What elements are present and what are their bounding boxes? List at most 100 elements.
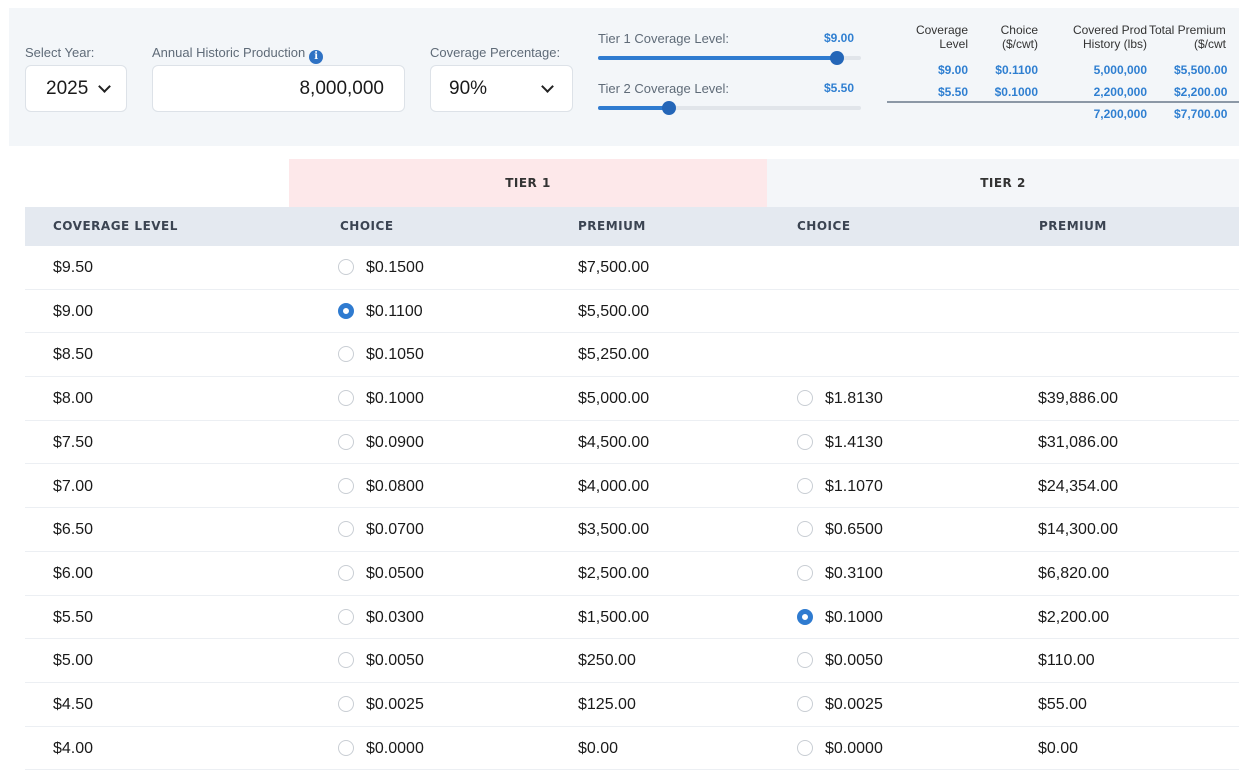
tier1-choice-option[interactable]: $0.0050 [338,639,424,682]
summary-cell: $0.1100 [995,63,1038,77]
tier2-choice-value: $0.6500 [825,521,883,539]
tier1-choice-value: $0.0025 [366,696,424,713]
tier1-radio[interactable] [338,608,354,625]
tier2-radio[interactable] [797,390,813,407]
production-value: 8,000,000 [299,77,384,99]
tier1-choice-option[interactable]: $0.1050 [338,333,424,376]
tier2-radio[interactable] [797,521,813,538]
tier2-slider-thumb[interactable] [662,101,676,115]
tier1-radio[interactable] [338,739,354,756]
tier2-choice-option[interactable]: $0.1000 [797,596,883,639]
tier2-choice-option[interactable]: $0.0025 [797,683,883,726]
tier2-choice-value: $0.3100 [825,564,883,582]
tier2-premium-cell: $55.00 [1038,696,1087,713]
coverage-level-cell: $9.00 [53,302,94,320]
tier1-choice-option[interactable]: $0.0700 [338,508,424,551]
summary-cell: $2,200.00 [1174,85,1228,99]
tier1-radio[interactable] [338,564,354,581]
tier1-premium-cell: $125.00 [578,696,636,713]
table-row: $5.00 $0.0050 $250.00 $0.0050 $110.00 [25,639,1239,683]
tier1-radio[interactable] [338,433,354,450]
year-value: 2025 [46,77,89,99]
coverage-level-cell: $4.50 [53,696,94,713]
summary-cell: 5,000,000 [1093,63,1147,77]
summary-header-history-1: Covered Prod [1072,23,1147,37]
tier1-choice-value: $0.1500 [366,259,424,276]
tier1-radio[interactable] [338,346,354,363]
tier2-radio[interactable] [797,608,813,625]
tier1-slider-thumb[interactable] [830,51,845,65]
tier2-choice-option[interactable]: $0.6500 [797,508,883,551]
tier2-choice-value: $0.0000 [825,739,883,757]
tier1-choice-option[interactable]: $0.1100 [338,290,423,333]
coverage-percentage-label: Coverage Percentage: [430,45,561,60]
tier1-choice-option[interactable]: $0.1000 [338,377,424,420]
tier2-radio[interactable] [797,652,813,669]
coverage-level-cell: $5.50 [53,608,94,626]
tier1-radio[interactable] [338,259,354,275]
tier2-radio[interactable] [797,739,813,756]
tier2-choice-option[interactable]: $0.0000 [797,727,883,770]
tier2-choice-option[interactable]: $0.3100 [797,552,883,595]
tier2-radio[interactable] [797,696,813,712]
tier2-choice-option[interactable]: $0.0050 [797,639,883,682]
tier2-radio[interactable] [797,477,813,494]
tier1-radio[interactable] [338,390,354,407]
tier1-choice-option[interactable]: $0.0800 [338,465,424,508]
summary-cell: $5,500.00 [1174,63,1228,77]
year-select[interactable]: 2025 [25,65,127,112]
tier1-coverage-slider[interactable] [598,51,861,65]
tier2-radio[interactable] [797,564,813,581]
tier2-choice-value: $0.0025 [825,696,883,713]
summary-total-premium: $7,700.00 [1174,107,1228,121]
tier1-choice-value: $0.0500 [366,564,424,582]
tier1-choice-value: $0.0300 [366,608,424,626]
tier1-choice-value: $0.0000 [366,739,424,757]
tier1-choice-option[interactable]: $0.1500 [338,246,424,289]
table-row: $4.50 $0.0025 $125.00 $0.0025 $55.00 [25,683,1239,727]
tier1-radio[interactable] [338,652,354,669]
tier1-radio[interactable] [338,696,354,712]
tier2-choice-option[interactable]: $1.8130 [797,377,883,420]
tier1-choice-value: $0.1000 [366,390,424,408]
tier1-radio[interactable] [338,521,354,538]
tier1-slider-value: $9.00 [824,31,855,45]
table-row: $8.50 $0.1050 $5,250.00 [25,333,1239,378]
tier1-choice-option[interactable]: $0.0025 [338,683,424,726]
table-row: $9.00 $0.1100 $5,500.00 [25,290,1239,334]
info-icon[interactable]: i [309,49,324,64]
production-input[interactable]: 8,000,000 [152,65,405,112]
tier1-premium-cell: $3,500.00 [578,521,650,539]
tier1-choice-option[interactable]: $0.0900 [338,421,424,464]
summary-header-level-1: Coverage [915,23,968,37]
tier1-choice-value: $0.0700 [366,521,424,539]
table-row: $8.00 $0.1000 $5,000.00 $1.8130 $39,886.00 [25,377,1239,421]
summary-cell: 2,200,000 [1093,85,1147,99]
tier2-premium-cell: $0.00 [1038,739,1079,757]
tier1-choice-value: $0.0900 [366,433,424,451]
tier1-choice-option[interactable]: $0.0300 [338,596,424,639]
tier2-premium-cell: $24,354.00 [1038,477,1119,495]
tier1-header: TIER 1 [289,159,767,207]
table-row: $9.50 $0.1500 $7,500.00 [25,246,1239,290]
tier2-slider-label: Tier 2 Coverage Level: [598,81,730,96]
tier2-premium-cell: $39,886.00 [1038,390,1119,408]
tier1-choice-option[interactable]: $0.0000 [338,727,424,770]
tier1-radio[interactable] [338,477,354,494]
summary-header-premium-2: ($/cwt [1194,37,1227,51]
coverage-percentage-value: 90% [449,77,488,99]
summary-total-history: 7,200,000 [1093,107,1147,121]
coverage-percentage-select[interactable]: 90% [430,65,573,112]
tier2-choice-value: $1.8130 [825,390,883,408]
tier1-slider-label: Tier 1 Coverage Level: [598,31,730,46]
tier2-choice-option[interactable]: $1.1070 [797,465,883,508]
tier2-radio[interactable] [797,433,813,450]
tier1-choice-option[interactable]: $0.0500 [338,552,424,595]
summary-divider [887,101,1239,103]
tier2-choice-option[interactable]: $1.4130 [797,421,883,464]
summary-cell: $0.1000 [994,85,1038,99]
tier1-radio[interactable] [338,302,354,319]
column-header-tier2-premium: PREMIUM [1039,219,1107,233]
tier2-premium-cell: $14,300.00 [1038,521,1119,539]
tier2-coverage-slider[interactable] [598,101,861,115]
